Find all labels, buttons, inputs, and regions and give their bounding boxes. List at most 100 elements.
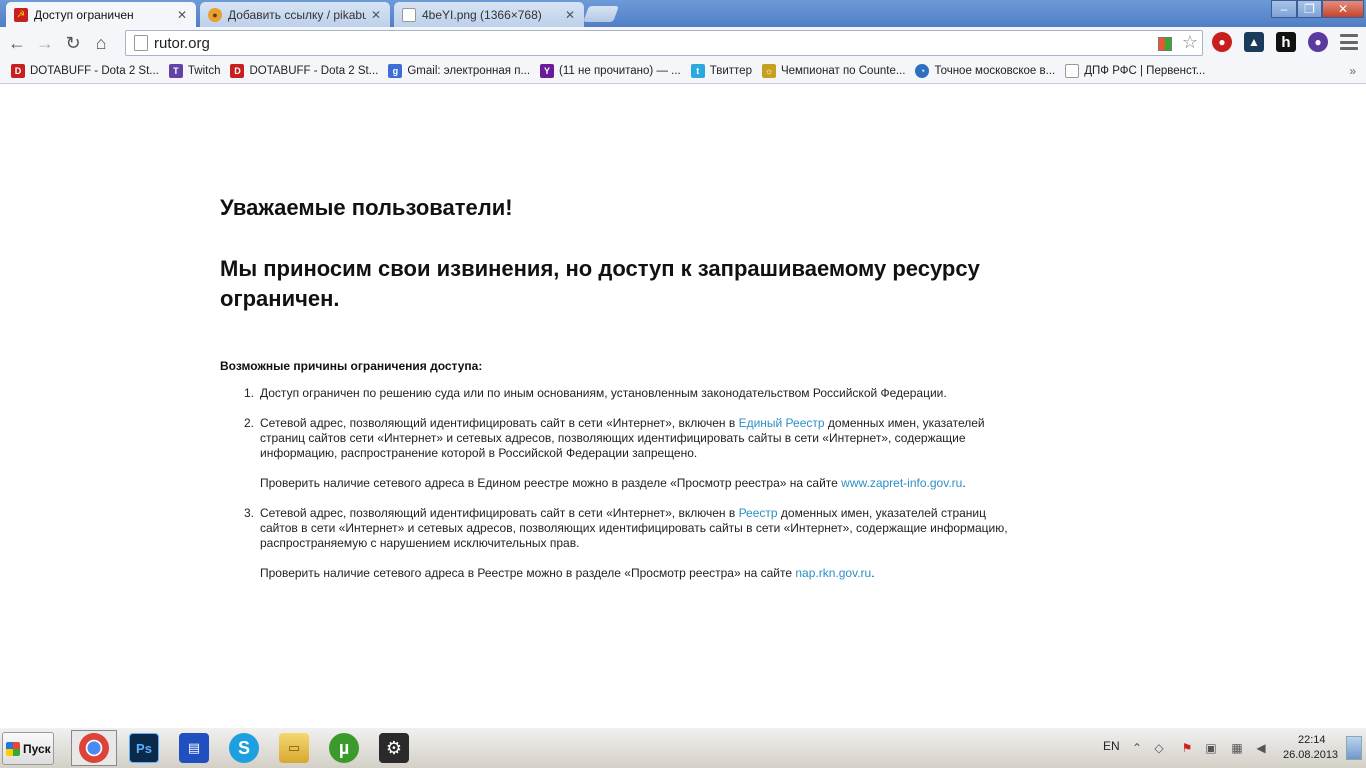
floppy-icon: ▤ <box>179 733 209 763</box>
twitter-icon: t <box>690 64 705 78</box>
device-icon[interactable]: ▣ <box>1203 740 1219 756</box>
adblock-icon[interactable]: ● <box>1212 32 1232 52</box>
new-tab-button[interactable] <box>583 6 619 22</box>
windows-logo-icon <box>6 741 20 756</box>
check-text: Проверить наличие сетевого адреса в Реес… <box>260 566 1010 581</box>
colorzilla-icon[interactable] <box>1158 37 1172 51</box>
page-title: Мы приносим свои извинения, но доступ к … <box>220 256 980 311</box>
bookmark-dpf-rfs[interactable]: ДПФ РФС | Первенст... <box>1060 61 1210 81</box>
language-indicator[interactable]: EN <box>1103 739 1120 753</box>
reload-button[interactable]: ↻ <box>59 29 87 57</box>
chrome-icon <box>79 733 109 763</box>
bookmark-twitter[interactable]: t Твиттер <box>686 61 757 81</box>
steam-icon: ⚙ <box>379 733 409 763</box>
bookmark-dotabuff-2[interactable]: D DOTABUFF - Dota 2 St... <box>225 61 383 81</box>
bookmark-moscow-time[interactable]: ◔ Точное московское в... <box>910 61 1060 81</box>
lion-icon: ☼ <box>761 64 776 78</box>
unified-registry-link[interactable]: Единый Реестр <box>739 416 825 430</box>
show-desktop-button[interactable] <box>1346 736 1362 760</box>
clock-time[interactable]: 22:14 <box>1298 734 1326 746</box>
dotabuff-icon: D <box>11 64 25 78</box>
close-button[interactable]: ✕ <box>1322 0 1364 18</box>
list-number: 3. <box>244 506 255 520</box>
reason-text-part: Сетевой адрес, позволяющий идентифициров… <box>260 416 739 430</box>
network-icon[interactable]: ▦ <box>1229 740 1245 756</box>
reason-text: Сетевой адрес, позволяющий идентифициров… <box>260 506 1010 551</box>
bookmark-yahoo-mail[interactable]: Y (11 не прочитано) — ... <box>535 61 686 81</box>
taskbar-chrome[interactable] <box>71 730 117 766</box>
check-text-part: Проверить наличие сетевого адреса в Реес… <box>260 566 796 580</box>
reason-text: Доступ ограничен по решению суда или по … <box>260 386 947 400</box>
tab-dostup-ogranichen[interactable]: ☭ Доступ ограничен ✕ <box>6 2 196 27</box>
hammer-sickle-icon: ☭ <box>14 7 28 22</box>
bookmark-label: DOTABUFF - Dota 2 St... <box>30 65 159 77</box>
menu-icon[interactable] <box>1340 34 1358 50</box>
photoshop-icon: Ps <box>129 733 159 763</box>
list-item: 1. Доступ ограничен по решению суда или … <box>244 386 1010 401</box>
bookmark-label: Gmail: электронная п... <box>407 65 531 77</box>
bookmark-gmail[interactable]: g Gmail: электронная п... <box>383 61 535 81</box>
tab-close-icon[interactable]: ✕ <box>370 8 382 22</box>
bookmark-label: (11 не прочитано) — ... <box>559 65 681 77</box>
minimize-button[interactable]: – <box>1271 0 1297 18</box>
bookmark-twitch[interactable]: T Twitch <box>164 61 226 81</box>
url-text[interactable]: rutor.org <box>154 35 210 52</box>
maximize-button[interactable]: ❐ <box>1297 0 1322 18</box>
bookmarks-bar: D DOTABUFF - Dota 2 St... T Twitch D DOT… <box>0 59 1366 84</box>
list-number: 2. <box>244 416 255 430</box>
page-icon <box>134 35 148 51</box>
forward-button[interactable]: → <box>31 29 59 57</box>
bookmark-label: Чемпионат по Counte... <box>780 65 906 77</box>
nap-rkn-link[interactable]: nap.rkn.gov.ru <box>795 566 871 580</box>
taskbar-photoshop[interactable]: Ps <box>121 730 167 766</box>
start-button[interactable]: Пуск <box>2 732 54 765</box>
check-text-part: . <box>871 566 875 580</box>
taskbar-skype[interactable]: S <box>221 730 267 766</box>
reasons-heading: Возможные причины ограничения доступа: <box>220 359 483 373</box>
bookmark-dotabuff[interactable]: D DOTABUFF - Dota 2 St... <box>6 61 164 81</box>
tab-4beyi-png[interactable]: 4beYI.png (1366×768) ✕ <box>394 2 584 27</box>
folder-icon: ▭ <box>279 733 309 763</box>
list-item: 3. Сетевой адрес, позволяющий идентифици… <box>244 506 1010 581</box>
tab-pikabu[interactable]: ● Добавить ссылку / pikabu.ru ✕ <box>200 2 390 27</box>
browser-window: ☭ Доступ ограничен ✕ ● Добавить ссылку /… <box>0 0 1366 768</box>
bookmark-label: Twitch <box>187 65 221 77</box>
volume-icon[interactable]: ◀ <box>1253 740 1269 756</box>
h-extension-icon[interactable]: h <box>1276 32 1296 52</box>
tab-label: Добавить ссылку / pikabu.ru <box>228 7 366 22</box>
show-hidden-icons-icon[interactable]: ⌃ <box>1129 740 1145 756</box>
tab-close-icon[interactable]: ✕ <box>176 8 188 22</box>
list-item: 2. Сетевой адрес, позволяющий идентифици… <box>244 416 1010 491</box>
flag-alert-icon[interactable]: ⚑ <box>1179 740 1195 756</box>
tray-app-icon[interactable]: ◇ <box>1151 740 1167 756</box>
reason-text: Сетевой адрес, позволяющий идентифициров… <box>260 416 1010 461</box>
taskbar-save-app[interactable]: ▤ <box>171 730 217 766</box>
yahoo-icon: Y <box>540 64 555 78</box>
registry-link[interactable]: Реестр <box>739 506 778 520</box>
bookmark-star-icon[interactable]: ☆ <box>1182 32 1198 53</box>
pikabu-icon: ● <box>208 7 222 22</box>
bookmark-label: ДПФ РФС | Первенст... <box>1084 65 1206 77</box>
extension-purple-icon[interactable]: ● <box>1308 32 1328 52</box>
dotabuff-icon: D <box>230 64 245 78</box>
utorrent-icon: µ <box>329 733 359 763</box>
clock-date[interactable]: 26.08.2013 <box>1283 749 1338 761</box>
skype-icon: S <box>229 733 259 763</box>
page-icon <box>1065 64 1080 78</box>
tab-label: Доступ ограничен <box>34 7 134 22</box>
bookmarks-overflow-icon[interactable]: » <box>1349 64 1356 78</box>
bookmark-label: DOTABUFF - Dota 2 St... <box>249 65 379 77</box>
zapret-info-link[interactable]: www.zapret-info.gov.ru <box>841 476 962 490</box>
taskbar-utorrent[interactable]: µ <box>321 730 367 766</box>
bookmark-label: Точное московское в... <box>934 65 1056 77</box>
address-bar[interactable]: rutor.org ☆ <box>125 30 1203 56</box>
bookmark-cs-championship[interactable]: ☼ Чемпионат по Counte... <box>757 61 910 81</box>
back-button[interactable]: ← <box>3 29 31 57</box>
taskbar-explorer[interactable]: ▭ <box>271 730 317 766</box>
reason-text-part: Сетевой адрес, позволяющий идентифициров… <box>260 506 739 520</box>
taskbar-steam[interactable]: ⚙ <box>371 730 417 766</box>
tab-close-icon[interactable]: ✕ <box>564 8 576 22</box>
home-button[interactable]: ⌂ <box>87 29 115 57</box>
clock-icon: ◔ <box>915 64 930 78</box>
extension-dark-icon[interactable]: ▲ <box>1244 32 1264 52</box>
